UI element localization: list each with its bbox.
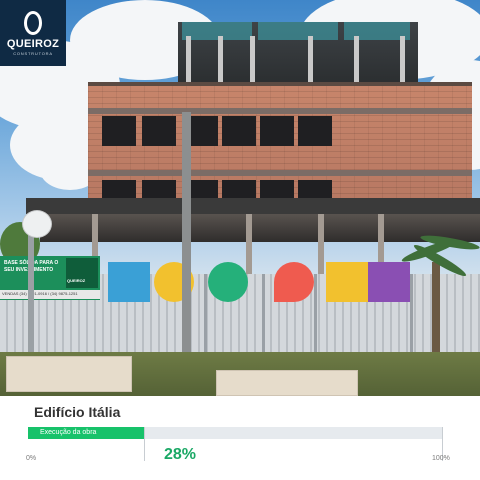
- column: [308, 36, 313, 84]
- lamp-post: [28, 226, 34, 356]
- column: [250, 36, 255, 84]
- rooftop-scaffold: [178, 22, 418, 84]
- fence-seam: [204, 274, 207, 360]
- safety-net: [182, 22, 252, 40]
- worker-icon: [368, 262, 410, 302]
- banner-phones: VENDAS (34) 9821-0916 / (34) 9875-1251: [2, 291, 78, 296]
- progress-fill: Execução da obra: [28, 427, 144, 439]
- progress-marker: [143, 427, 145, 461]
- queiroz-logo-icon: [24, 10, 42, 35]
- concrete-planter: [216, 370, 358, 396]
- progress-track: Execução da obra: [28, 427, 442, 439]
- column: [186, 36, 191, 84]
- window-opening: [260, 116, 294, 146]
- concrete-mixer-icon: [326, 262, 368, 302]
- project-title: Edifício Itália: [34, 404, 121, 420]
- banner-logo: QUEIROZ: [66, 258, 98, 288]
- pillar: [318, 214, 324, 274]
- safety-net: [258, 22, 338, 40]
- column: [354, 36, 359, 84]
- window-opening: [298, 116, 332, 146]
- window-opening: [102, 116, 136, 146]
- banner-logo-text: QUEIROZ: [67, 278, 86, 283]
- fence-seam: [314, 274, 317, 360]
- fence-seam: [410, 274, 413, 360]
- pillar: [246, 214, 252, 274]
- utility-pole: [182, 112, 191, 362]
- street-lamp: [22, 210, 52, 238]
- column: [400, 36, 405, 84]
- project-progress-panel: Edifício Itália Execução da obra 0% 100%…: [0, 396, 480, 480]
- bullet-list-icon: [274, 262, 314, 302]
- window-opening: [222, 116, 256, 146]
- progress-max-label: 100%: [432, 455, 450, 462]
- construction-photo: BASE SÓLIDA PARA O SEU INVESTIMENTO QUEI…: [0, 0, 480, 396]
- bullet-list-icon: [208, 262, 248, 302]
- column: [218, 36, 223, 84]
- progress-label: Execução da obra: [40, 429, 97, 436]
- brick-building: [88, 82, 472, 206]
- floor-beam: [88, 108, 472, 114]
- brand-tagline: CONSTRUTORA: [13, 50, 53, 56]
- window-opening: [142, 116, 176, 146]
- banner-phone-strip: VENDAS (34) 9821-0916 / (34) 9875-1251: [0, 290, 100, 299]
- brand-name: QUEIROZ: [6, 37, 60, 50]
- fence-seam: [262, 274, 265, 360]
- progress-min-label: 0%: [26, 455, 37, 462]
- progress-percent: 28%: [164, 446, 197, 463]
- excavator-icon: [108, 262, 150, 302]
- concrete-slab: [26, 198, 480, 214]
- ground-floor-shadow: [40, 214, 480, 242]
- concrete-planter: [6, 356, 132, 392]
- floor-beam: [88, 170, 472, 176]
- brand-logo: QUEIROZ CONSTRUTORA: [0, 0, 66, 66]
